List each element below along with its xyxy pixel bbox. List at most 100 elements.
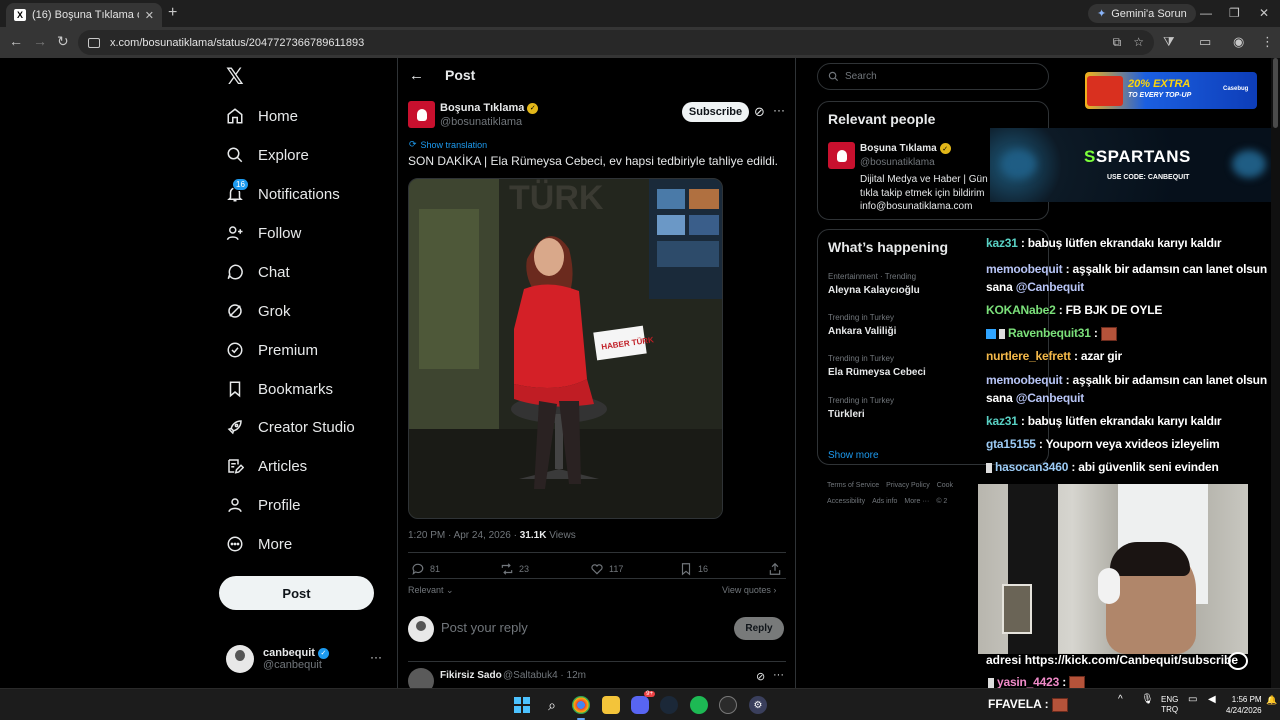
account-switcher[interactable]: canbequit ✓ @canbequit ···	[226, 642, 386, 676]
discord-icon[interactable]: 9+	[631, 691, 655, 714]
scrollbar-thumb[interactable]	[1273, 58, 1278, 128]
reply-author-name[interactable]: Fikirsiz Sado	[440, 670, 502, 681]
window-close-icon[interactable]: ✕	[1259, 6, 1269, 20]
nav-item-explore[interactable]: Explore	[226, 142, 309, 168]
author-name-row[interactable]: Boşuna Tıklama ✓	[440, 102, 539, 114]
relevant-name[interactable]: Boşuna Tıklama	[860, 143, 937, 154]
reply-input[interactable]: Post your reply	[441, 620, 528, 635]
volume-icon[interactable]: ◀	[1208, 695, 1216, 705]
author-name[interactable]: Boşuna Tıklama	[440, 102, 524, 114]
show-more-link[interactable]: Show more	[828, 450, 879, 461]
browser-tab[interactable]: X (16) Boşuna Tıklama on X: "SON ✕	[6, 3, 162, 27]
new-tab-icon[interactable]: +	[168, 4, 177, 22]
minimize-icon[interactable]: —	[1200, 6, 1212, 20]
trend-item[interactable]: Trending in Turkey Ankara Valiliği	[828, 313, 896, 337]
search-bar[interactable]	[817, 63, 1049, 90]
like-action[interactable]: 117	[590, 562, 623, 576]
author-avatar[interactable]	[408, 101, 435, 128]
nav-item-notifications[interactable]: 16 Notifications	[226, 178, 340, 207]
footer-link[interactable]: Accessibility	[827, 498, 865, 505]
microphone-icon[interactable]: 🎙	[1141, 695, 1154, 705]
nav-item-follow[interactable]: Follow	[226, 220, 301, 246]
restore-icon[interactable]: ❐	[1229, 6, 1240, 20]
system-clock[interactable]: 1:56 PM 4/24/2026	[1226, 694, 1262, 716]
language-indicator[interactable]: ENG TRQ	[1161, 695, 1178, 715]
reply-action[interactable]: 81	[411, 562, 440, 576]
more-options-icon[interactable]: ···	[773, 103, 785, 117]
url-text[interactable]: x.com/bosunatiklama/status/2047727366789…	[110, 37, 364, 49]
bio-line: Dijital Medya ve Haber | Gün	[860, 174, 988, 185]
trend-item[interactable]: Trending in Turkey Türkleri	[828, 396, 894, 420]
search-input[interactable]	[845, 71, 1035, 82]
address-bar[interactable]: x.com/bosunatiklama/status/2047727366789…	[78, 30, 1154, 55]
side-panel-icon[interactable]: ▭	[1199, 34, 1211, 50]
nav-item-more[interactable]: More	[226, 531, 292, 557]
bookmark-action[interactable]: 16	[679, 562, 708, 576]
reply-sort-dropdown[interactable]: Relevant ⌄	[408, 585, 454, 596]
gemini-button[interactable]: ✦ Gemini'a Sorun	[1088, 4, 1196, 23]
install-app-icon[interactable]: ⧉	[1113, 35, 1122, 50]
trend-item[interactable]: Trending in Turkey Ela Rümeysa Cebeci	[828, 354, 926, 378]
chrome-icon[interactable]	[572, 696, 590, 714]
relevant-name-row[interactable]: Boşuna Tıklama ✓	[860, 143, 951, 154]
browser-menu-icon[interactable]: ⋮	[1261, 34, 1274, 50]
tab-close-icon[interactable]: ✕	[145, 9, 154, 22]
compose-post-button[interactable]: Post	[219, 576, 374, 610]
reply-button[interactable]: Reply	[734, 617, 784, 640]
author-avatar[interactable]	[828, 142, 855, 169]
account-name-row: canbequit ✓	[263, 647, 329, 659]
obs-icon[interactable]	[719, 696, 737, 714]
profile-avatar-icon[interactable]: ◉	[1233, 34, 1244, 50]
tray-overflow-icon[interactable]: ^	[1118, 695, 1123, 705]
reload-icon[interactable]: ↻	[57, 33, 69, 50]
share-action[interactable]	[768, 562, 782, 576]
settings-gear-icon[interactable]: ⚙	[749, 696, 767, 714]
nav-item-chat[interactable]: Chat	[226, 259, 290, 285]
post-image[interactable]: TÜRK HABER TÜRK	[408, 178, 723, 519]
nav-item-articles[interactable]: Articles	[226, 453, 307, 479]
forward-icon[interactable]: →	[33, 33, 47, 49]
reply-author-handle[interactable]: @Saltabuk4 · 12m	[503, 670, 586, 681]
post-timestamp[interactable]: 1:20 PM · Apr 24, 2026 · 31.1K Views	[408, 530, 576, 541]
extensions-icon[interactable]: ⧩	[1163, 34, 1175, 50]
bio-line[interactable]: info@bosunatiklama.com	[860, 200, 990, 214]
taskbar-search-icon[interactable]: ⌕	[543, 696, 561, 714]
back-arrow-icon[interactable]: ←	[409, 67, 424, 84]
site-info-icon[interactable]	[88, 37, 100, 48]
repost-action[interactable]: 23	[500, 562, 529, 576]
spotify-icon[interactable]	[690, 696, 708, 714]
author-handle[interactable]: @bosunatiklama	[440, 116, 522, 128]
view-quotes-link[interactable]: View quotes ›	[722, 585, 776, 595]
page-scrollbar[interactable]	[1271, 58, 1280, 688]
nav-item-grok[interactable]: Grok	[226, 298, 291, 324]
back-icon[interactable]: ←	[9, 33, 23, 49]
footer-link[interactable]: Terms of Service	[827, 482, 879, 489]
footer-link[interactable]: Ads info	[872, 498, 897, 505]
post-time[interactable]: 1:20 PM · Apr 24, 2026 ·	[408, 530, 520, 541]
footer-link[interactable]: Cook	[937, 482, 953, 489]
x-logo-icon[interactable]: 𝕏	[226, 65, 244, 90]
notification-bell-icon[interactable]: 🔔	[1266, 695, 1277, 705]
show-translation-link[interactable]: ⟳ Show translation	[409, 139, 487, 150]
more-options-icon[interactable]: ···	[773, 669, 784, 681]
windows-start-icon[interactable]	[513, 696, 531, 714]
nav-item-bookmarks[interactable]: Bookmarks	[226, 376, 333, 402]
nav-item-home[interactable]: Home	[226, 103, 298, 129]
relevant-handle[interactable]: @bosunatiklama	[860, 157, 935, 168]
account-more-icon[interactable]: ···	[370, 650, 382, 664]
grok-icon[interactable]: ⊘	[754, 104, 765, 120]
footer-link[interactable]: Privacy Policy	[886, 482, 930, 489]
trend-name: Ankara Valiliği	[828, 326, 897, 337]
grok-icon[interactable]: ⊘	[756, 670, 765, 683]
nav-item-creator-studio[interactable]: Creator Studio	[226, 414, 355, 440]
bookmark-count: 16	[698, 564, 709, 574]
nav-item-premium[interactable]: Premium	[226, 337, 318, 363]
file-explorer-icon[interactable]	[602, 696, 620, 714]
trend-item[interactable]: Entertainment · Trending Aleyna Kalaycıo…	[828, 272, 920, 296]
subscribe-button[interactable]: Subscribe	[682, 102, 749, 122]
steam-icon[interactable]	[660, 696, 678, 714]
bookmark-star-icon[interactable]: ☆	[1133, 35, 1144, 50]
nav-item-profile[interactable]: Profile	[226, 492, 301, 518]
network-icon[interactable]: ▭	[1188, 695, 1197, 705]
footer-link[interactable]: More ···	[904, 498, 929, 505]
